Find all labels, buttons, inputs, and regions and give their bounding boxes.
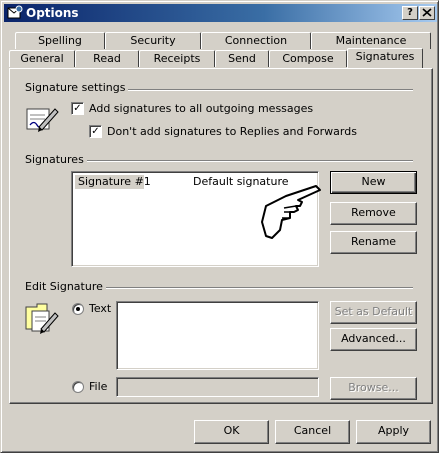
- signatures-list[interactable]: Signature #1 Default signature: [71, 171, 321, 267]
- options-window: Options ? Spelling Security Connection M…: [0, 0, 439, 453]
- signature-pen-icon: [26, 108, 59, 132]
- remove-signature-button[interactable]: Remove: [330, 202, 417, 225]
- tab-receipts[interactable]: Receipts: [139, 50, 215, 67]
- cancel-button[interactable]: Cancel: [275, 420, 350, 444]
- tab-security[interactable]: Security: [105, 32, 201, 49]
- add-signatures-label: Add signatures to all outgoing messages: [89, 102, 314, 115]
- signature-text-area[interactable]: [116, 301, 319, 370]
- tab-compose[interactable]: Compose: [269, 50, 347, 67]
- tab-read[interactable]: Read: [75, 50, 139, 67]
- title-bar[interactable]: Options ?: [4, 4, 437, 22]
- new-signature-button[interactable]: New: [330, 171, 417, 194]
- hand-pointer-cursor: [261, 185, 321, 239]
- set-as-default-button[interactable]: Set as Default: [330, 301, 417, 324]
- close-icon: [422, 8, 432, 17]
- file-radio-label: File: [89, 380, 108, 393]
- apply-button[interactable]: Apply: [356, 420, 431, 444]
- window-title: Options: [26, 6, 79, 20]
- no-replies-label: Don't add signatures to Replies and Forw…: [107, 125, 357, 138]
- file-radio[interactable]: [72, 381, 84, 393]
- tab-spelling[interactable]: Spelling: [15, 32, 105, 49]
- tab-signatures[interactable]: Signatures: [347, 48, 423, 68]
- text-radio-dot: [76, 307, 80, 311]
- signatures-group-label: Signatures: [25, 153, 87, 166]
- add-signatures-checkbox[interactable]: ✓: [71, 102, 84, 115]
- text-radio[interactable]: [72, 303, 84, 315]
- tab-general[interactable]: General: [9, 50, 75, 67]
- tab-connection[interactable]: Connection: [201, 32, 311, 49]
- edit-signature-divider: [99, 287, 413, 289]
- advanced-button[interactable]: Advanced...: [330, 328, 417, 351]
- signature-settings-divider: [111, 89, 413, 91]
- signatures-divider: [81, 160, 413, 162]
- ok-button[interactable]: OK: [194, 420, 269, 444]
- close-button[interactable]: [419, 6, 435, 20]
- rename-signature-button[interactable]: Rename: [330, 231, 417, 254]
- tab-send[interactable]: Send: [215, 50, 269, 67]
- signature-file-input[interactable]: [116, 377, 319, 397]
- no-replies-checkbox[interactable]: ✓: [89, 125, 102, 138]
- browse-button[interactable]: Browse...: [330, 377, 417, 400]
- signature-name[interactable]: Signature #1: [78, 175, 151, 188]
- signature-settings-label: Signature settings: [25, 81, 129, 94]
- text-radio-label: Text: [89, 302, 112, 315]
- options-app-icon: [7, 5, 23, 19]
- help-button[interactable]: ?: [402, 6, 418, 20]
- edit-signature-icon: [25, 303, 59, 334]
- tab-maintenance[interactable]: Maintenance: [311, 32, 431, 49]
- edit-signature-label: Edit Signature: [25, 280, 106, 293]
